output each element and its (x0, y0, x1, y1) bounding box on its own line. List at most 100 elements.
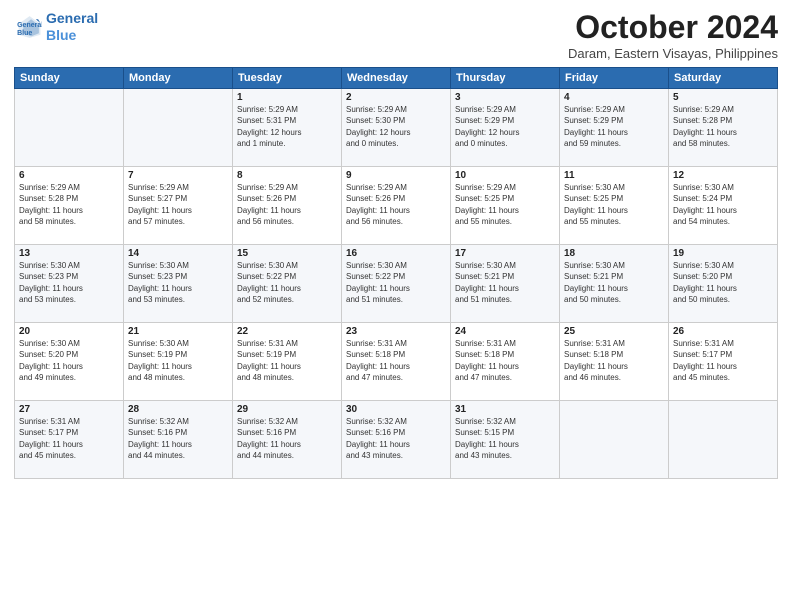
calendar-week-1: 1Sunrise: 5:29 AM Sunset: 5:31 PM Daylig… (15, 89, 778, 167)
day-number: 8 (237, 170, 337, 181)
day-number: 17 (455, 248, 555, 259)
logo-blue: Blue (46, 27, 76, 43)
day-info: Sunrise: 5:31 AM Sunset: 5:17 PM Dayligh… (673, 338, 773, 383)
day-info: Sunrise: 5:29 AM Sunset: 5:27 PM Dayligh… (128, 182, 228, 227)
day-info: Sunrise: 5:29 AM Sunset: 5:25 PM Dayligh… (455, 182, 555, 227)
day-info: Sunrise: 5:29 AM Sunset: 5:30 PM Dayligh… (346, 104, 446, 149)
calendar-cell: 19Sunrise: 5:30 AM Sunset: 5:20 PM Dayli… (669, 245, 778, 323)
day-number: 6 (19, 170, 119, 181)
calendar-cell: 26Sunrise: 5:31 AM Sunset: 5:17 PM Dayli… (669, 323, 778, 401)
day-number: 23 (346, 326, 446, 337)
day-number: 3 (455, 92, 555, 103)
day-number: 5 (673, 92, 773, 103)
calendar-cell: 16Sunrise: 5:30 AM Sunset: 5:22 PM Dayli… (342, 245, 451, 323)
calendar-cell: 23Sunrise: 5:31 AM Sunset: 5:18 PM Dayli… (342, 323, 451, 401)
day-number: 25 (564, 326, 664, 337)
calendar-cell: 14Sunrise: 5:30 AM Sunset: 5:23 PM Dayli… (124, 245, 233, 323)
day-info: Sunrise: 5:30 AM Sunset: 5:25 PM Dayligh… (564, 182, 664, 227)
header-tuesday: Tuesday (233, 68, 342, 89)
calendar-cell (124, 89, 233, 167)
day-number: 21 (128, 326, 228, 337)
logo-icon: General Blue (14, 13, 42, 41)
day-number: 2 (346, 92, 446, 103)
day-info: Sunrise: 5:30 AM Sunset: 5:20 PM Dayligh… (19, 338, 119, 383)
day-number: 31 (455, 404, 555, 415)
calendar-cell (560, 401, 669, 479)
calendar-cell: 29Sunrise: 5:32 AM Sunset: 5:16 PM Dayli… (233, 401, 342, 479)
day-number: 18 (564, 248, 664, 259)
calendar-cell (669, 401, 778, 479)
calendar-cell: 21Sunrise: 5:30 AM Sunset: 5:19 PM Dayli… (124, 323, 233, 401)
calendar-cell: 24Sunrise: 5:31 AM Sunset: 5:18 PM Dayli… (451, 323, 560, 401)
day-info: Sunrise: 5:30 AM Sunset: 5:23 PM Dayligh… (19, 260, 119, 305)
logo-general: General (46, 10, 98, 26)
day-number: 29 (237, 404, 337, 415)
svg-text:General: General (17, 22, 42, 29)
calendar-cell: 11Sunrise: 5:30 AM Sunset: 5:25 PM Dayli… (560, 167, 669, 245)
calendar-cell: 18Sunrise: 5:30 AM Sunset: 5:21 PM Dayli… (560, 245, 669, 323)
calendar-cell: 13Sunrise: 5:30 AM Sunset: 5:23 PM Dayli… (15, 245, 124, 323)
day-info: Sunrise: 5:31 AM Sunset: 5:17 PM Dayligh… (19, 416, 119, 461)
calendar-table: Sunday Monday Tuesday Wednesday Thursday… (14, 67, 778, 479)
day-number: 12 (673, 170, 773, 181)
calendar-cell: 15Sunrise: 5:30 AM Sunset: 5:22 PM Dayli… (233, 245, 342, 323)
day-number: 15 (237, 248, 337, 259)
calendar-cell: 1Sunrise: 5:29 AM Sunset: 5:31 PM Daylig… (233, 89, 342, 167)
day-info: Sunrise: 5:30 AM Sunset: 5:20 PM Dayligh… (673, 260, 773, 305)
logo: General Blue General Blue (14, 10, 98, 44)
day-number: 1 (237, 92, 337, 103)
calendar-cell: 27Sunrise: 5:31 AM Sunset: 5:17 PM Dayli… (15, 401, 124, 479)
header-row: General Blue General Blue October 2024 D… (14, 10, 778, 61)
header-monday: Monday (124, 68, 233, 89)
day-info: Sunrise: 5:29 AM Sunset: 5:26 PM Dayligh… (237, 182, 337, 227)
day-number: 14 (128, 248, 228, 259)
header-saturday: Saturday (669, 68, 778, 89)
header-sunday: Sunday (15, 68, 124, 89)
calendar-cell: 7Sunrise: 5:29 AM Sunset: 5:27 PM Daylig… (124, 167, 233, 245)
day-info: Sunrise: 5:31 AM Sunset: 5:18 PM Dayligh… (564, 338, 664, 383)
day-number: 10 (455, 170, 555, 181)
day-number: 27 (19, 404, 119, 415)
day-number: 7 (128, 170, 228, 181)
calendar-cell: 3Sunrise: 5:29 AM Sunset: 5:29 PM Daylig… (451, 89, 560, 167)
calendar-week-4: 20Sunrise: 5:30 AM Sunset: 5:20 PM Dayli… (15, 323, 778, 401)
day-info: Sunrise: 5:29 AM Sunset: 5:29 PM Dayligh… (564, 104, 664, 149)
header-friday: Friday (560, 68, 669, 89)
calendar-cell: 25Sunrise: 5:31 AM Sunset: 5:18 PM Dayli… (560, 323, 669, 401)
location-title: Daram, Eastern Visayas, Philippines (568, 46, 778, 61)
day-number: 26 (673, 326, 773, 337)
calendar-cell: 30Sunrise: 5:32 AM Sunset: 5:16 PM Dayli… (342, 401, 451, 479)
calendar-cell: 9Sunrise: 5:29 AM Sunset: 5:26 PM Daylig… (342, 167, 451, 245)
calendar-cell: 2Sunrise: 5:29 AM Sunset: 5:30 PM Daylig… (342, 89, 451, 167)
day-info: Sunrise: 5:32 AM Sunset: 5:15 PM Dayligh… (455, 416, 555, 461)
calendar-cell: 28Sunrise: 5:32 AM Sunset: 5:16 PM Dayli… (124, 401, 233, 479)
day-number: 11 (564, 170, 664, 181)
day-number: 9 (346, 170, 446, 181)
calendar-cell: 8Sunrise: 5:29 AM Sunset: 5:26 PM Daylig… (233, 167, 342, 245)
day-number: 13 (19, 248, 119, 259)
day-info: Sunrise: 5:32 AM Sunset: 5:16 PM Dayligh… (346, 416, 446, 461)
day-info: Sunrise: 5:30 AM Sunset: 5:23 PM Dayligh… (128, 260, 228, 305)
calendar-cell: 22Sunrise: 5:31 AM Sunset: 5:19 PM Dayli… (233, 323, 342, 401)
day-info: Sunrise: 5:30 AM Sunset: 5:21 PM Dayligh… (455, 260, 555, 305)
calendar-week-3: 13Sunrise: 5:30 AM Sunset: 5:23 PM Dayli… (15, 245, 778, 323)
day-number: 28 (128, 404, 228, 415)
day-number: 24 (455, 326, 555, 337)
day-info: Sunrise: 5:29 AM Sunset: 5:31 PM Dayligh… (237, 104, 337, 149)
calendar-cell: 4Sunrise: 5:29 AM Sunset: 5:29 PM Daylig… (560, 89, 669, 167)
header-thursday: Thursday (451, 68, 560, 89)
day-number: 20 (19, 326, 119, 337)
header-row-days: Sunday Monday Tuesday Wednesday Thursday… (15, 68, 778, 89)
day-info: Sunrise: 5:32 AM Sunset: 5:16 PM Dayligh… (128, 416, 228, 461)
day-info: Sunrise: 5:30 AM Sunset: 5:22 PM Dayligh… (346, 260, 446, 305)
calendar-cell: 5Sunrise: 5:29 AM Sunset: 5:28 PM Daylig… (669, 89, 778, 167)
calendar-cell: 17Sunrise: 5:30 AM Sunset: 5:21 PM Dayli… (451, 245, 560, 323)
day-info: Sunrise: 5:31 AM Sunset: 5:18 PM Dayligh… (455, 338, 555, 383)
day-number: 16 (346, 248, 446, 259)
day-info: Sunrise: 5:32 AM Sunset: 5:16 PM Dayligh… (237, 416, 337, 461)
day-info: Sunrise: 5:30 AM Sunset: 5:21 PM Dayligh… (564, 260, 664, 305)
day-info: Sunrise: 5:30 AM Sunset: 5:24 PM Dayligh… (673, 182, 773, 227)
day-info: Sunrise: 5:29 AM Sunset: 5:28 PM Dayligh… (19, 182, 119, 227)
day-info: Sunrise: 5:29 AM Sunset: 5:26 PM Dayligh… (346, 182, 446, 227)
calendar-cell (15, 89, 124, 167)
